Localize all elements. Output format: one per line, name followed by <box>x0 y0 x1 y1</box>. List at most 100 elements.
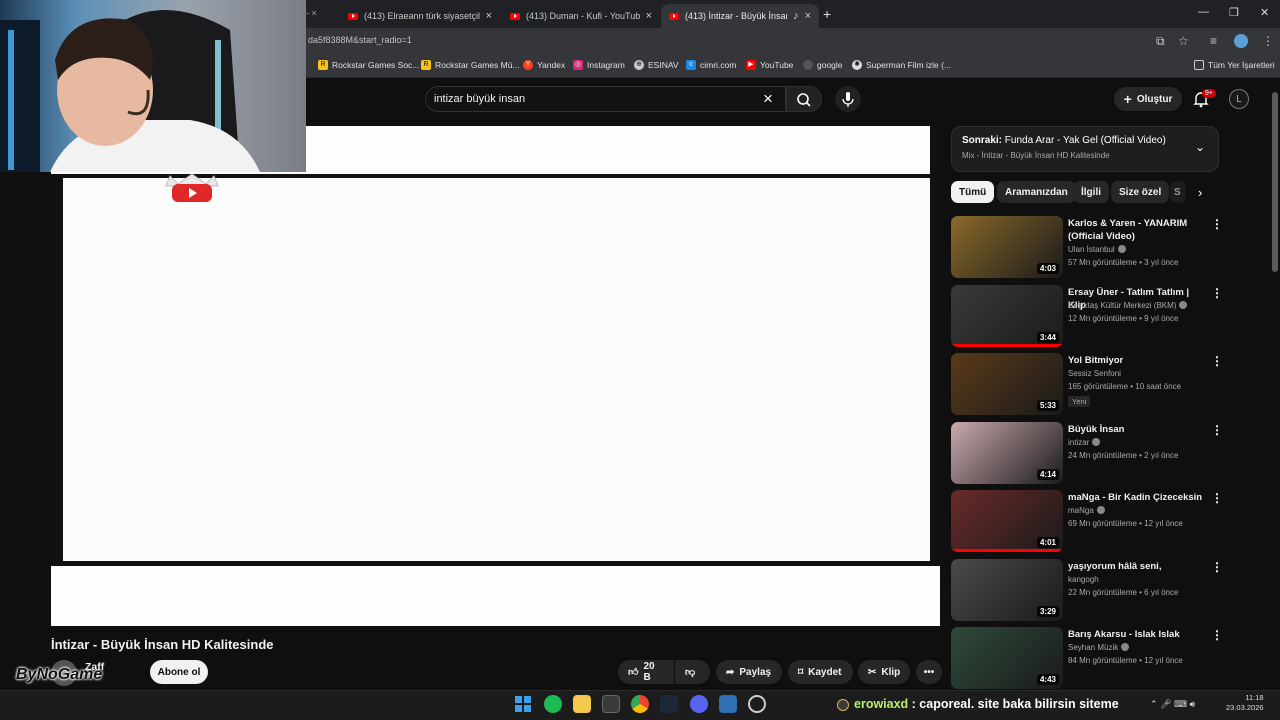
channel-name[interactable]: kangogh <box>1068 575 1099 584</box>
video-thumbnail[interactable]: 4:43 <box>951 627 1063 689</box>
tab-2-active[interactable]: (413) İntizar - Büyük İnsan H ♪ × <box>661 4 819 28</box>
chat-username: erowiaxd <box>854 697 909 711</box>
tab-close-icon[interactable]: × <box>646 10 652 22</box>
video-thumbnail[interactable]: 3:44 <box>951 285 1063 347</box>
tab-0[interactable]: (413) Elraeann türk siyasetçiler × <box>340 4 500 28</box>
chip-for-you[interactable]: Size özel <box>1111 181 1170 203</box>
video-title[interactable]: Büyük İnsan <box>1068 423 1206 436</box>
spotify-icon[interactable] <box>544 695 562 713</box>
channel-name[interactable]: Seyhan Müzik <box>1068 643 1130 652</box>
url-field[interactable]: da5f8388M&start_radio=1 <box>308 35 412 45</box>
tab-close-icon[interactable]: × <box>805 10 811 22</box>
dislike-button[interactable]: 👎︎ <box>675 660 710 684</box>
microphone-icon <box>842 92 854 107</box>
kebab-menu-icon[interactable]: ⋮ <box>1211 423 1223 437</box>
restore-icon[interactable]: ❐ <box>1229 6 1239 19</box>
bookmark-item[interactable]: R Rockstar Games Mü... <box>421 60 520 70</box>
tab-1[interactable]: (413) Duman - Kufi - YouTube × <box>502 4 660 28</box>
search-button[interactable] <box>786 86 822 112</box>
bookmark-item[interactable]: c cimri.com <box>686 60 736 70</box>
video-meta: 22 Mn görüntüleme • 6 yıl önce <box>1068 588 1179 597</box>
video-title[interactable]: Barış Akarsu - Islak Islak <box>1068 628 1206 641</box>
bookmark-item[interactable]: ⊕ ESINAV <box>634 60 679 70</box>
thumbs-up-icon: 👍︎ <box>628 667 639 678</box>
kebab-menu-icon[interactable]: ⋮ <box>1211 217 1223 231</box>
close-window-icon[interactable]: ✕ <box>1260 6 1269 19</box>
like-button[interactable]: 👍︎ 20 B <box>618 660 674 684</box>
bookmark-item[interactable]: ◎ Instagram <box>573 60 625 70</box>
video-title[interactable]: maNga - Bir Kadin Çizeceksin <box>1068 491 1206 504</box>
reading-list-icon[interactable]: ≡ <box>1210 34 1217 48</box>
kebab-menu-icon[interactable]: ⋮ <box>1211 354 1223 368</box>
chip-related[interactable]: İlgili <box>1073 181 1109 203</box>
search-input[interactable]: intizar büyük insan <box>434 93 525 105</box>
bookmark-item[interactable]: R Rockstar Games Soc... <box>318 60 419 70</box>
store-icon[interactable] <box>602 695 620 713</box>
video-border <box>930 126 940 566</box>
bookmark-item[interactable]: ▶ YouTube <box>746 60 793 70</box>
channel-name[interactable]: intizar <box>1068 438 1101 447</box>
share-button[interactable]: ➦ Paylaş <box>716 660 782 684</box>
profile-icon[interactable] <box>1234 34 1248 48</box>
chat-overlay: erowiaxd : caporeal. site baka bilirsin … <box>854 697 1119 711</box>
create-button[interactable]: + Oluştur <box>1114 87 1182 111</box>
install-app-icon[interactable]: ⧉ <box>1156 34 1165 49</box>
chip-all[interactable]: Tümü <box>951 181 995 203</box>
tray-icons[interactable]: ⌃ 🎤︎ ⌨ 🔊︎ <box>1150 699 1195 710</box>
save-label: Kaydet <box>808 666 842 678</box>
kebab-menu-icon[interactable]: ⋮ <box>1211 560 1223 574</box>
new-tab-icon[interactable]: + <box>823 6 831 22</box>
video-thumbnail[interactable]: 4:14 <box>951 422 1063 484</box>
video-title[interactable]: Karlos & Yaren - YANARIM (Official Video… <box>1068 217 1206 243</box>
speaker-icon[interactable]: ♪ <box>793 10 799 22</box>
all-bookmarks[interactable]: Tüm Yer İşaretleri <box>1194 60 1275 70</box>
obs-icon[interactable] <box>748 695 766 713</box>
channel-name[interactable]: Ulan İstanbul <box>1068 245 1126 254</box>
verified-icon <box>1096 506 1105 514</box>
video-title[interactable]: yaşıyorum hâlâ seni, <box>1068 560 1206 573</box>
clear-search-icon[interactable]: × <box>763 89 773 109</box>
up-next-card[interactable] <box>951 126 1219 172</box>
voice-search-button[interactable] <box>835 86 861 112</box>
more-actions-button[interactable]: ••• <box>916 660 942 684</box>
channel-name[interactable]: Beşiktaş Kültür Merkezi (BKM) <box>1068 301 1188 310</box>
file-explorer-icon[interactable] <box>573 695 591 713</box>
scrollbar-thumb[interactable] <box>1272 92 1278 272</box>
bookmark-label: Superman Film izle (... <box>866 60 952 70</box>
channel-label: kangogh <box>1068 575 1099 584</box>
chip-more[interactable]: S <box>1170 181 1186 203</box>
clip-button[interactable]: ✂ Klip <box>858 660 910 684</box>
tab-close-icon[interactable]: × <box>486 10 492 22</box>
channel-name[interactable]: Sessiz Senfoni <box>1068 369 1121 378</box>
chevron-right-icon[interactable]: › <box>1198 185 1202 200</box>
bookmark-star-icon[interactable]: ☆ <box>1178 34 1189 48</box>
kebab-menu-icon[interactable]: ⋮ <box>1211 286 1223 300</box>
save-button[interactable]: ⌑ Kaydet <box>788 660 853 684</box>
battle-net-icon[interactable] <box>719 695 737 713</box>
steam-icon[interactable] <box>660 695 678 713</box>
scissors-icon: ✂ <box>868 666 877 678</box>
bookmark-item[interactable]: google <box>803 60 843 70</box>
chevron-down-icon[interactable]: ⌄ <box>1195 140 1205 154</box>
verified-icon <box>1179 301 1188 309</box>
kebab-menu-icon[interactable]: ⋮ <box>1211 628 1223 642</box>
kebab-menu-icon[interactable]: ⋮ <box>1211 491 1223 505</box>
video-thumbnail[interactable]: 4:03 <box>951 216 1063 278</box>
minimize-icon[interactable]: — <box>1198 6 1209 18</box>
chip-from-search[interactable]: Aramanızdan <box>997 181 1076 203</box>
chrome-icon[interactable] <box>631 695 649 713</box>
video-thumbnail[interactable]: 5:33 <box>951 353 1063 415</box>
bookmark-label: Rockstar Games Soc... <box>332 60 420 70</box>
subscribe-button[interactable]: Abone ol <box>150 660 208 684</box>
video-thumbnail[interactable]: 4:01 <box>951 490 1063 552</box>
channel-name[interactable]: maNga <box>1068 506 1105 515</box>
account-avatar[interactable]: L <box>1229 89 1249 109</box>
video-thumbnail[interactable]: 3:29 <box>951 559 1063 621</box>
menu-kebab-icon[interactable]: ⋮ <box>1262 34 1274 48</box>
video-title[interactable]: Yol Bitmiyor <box>1068 354 1206 367</box>
bookmark-item[interactable]: Y Yandex <box>523 60 565 70</box>
windows-start-icon[interactable] <box>514 695 532 713</box>
system-clock[interactable]: 11:18 23.03.2026 <box>1226 693 1264 713</box>
bookmark-item[interactable]: ✺ Superman Film izle (... <box>852 60 951 70</box>
discord-icon[interactable] <box>690 695 708 713</box>
